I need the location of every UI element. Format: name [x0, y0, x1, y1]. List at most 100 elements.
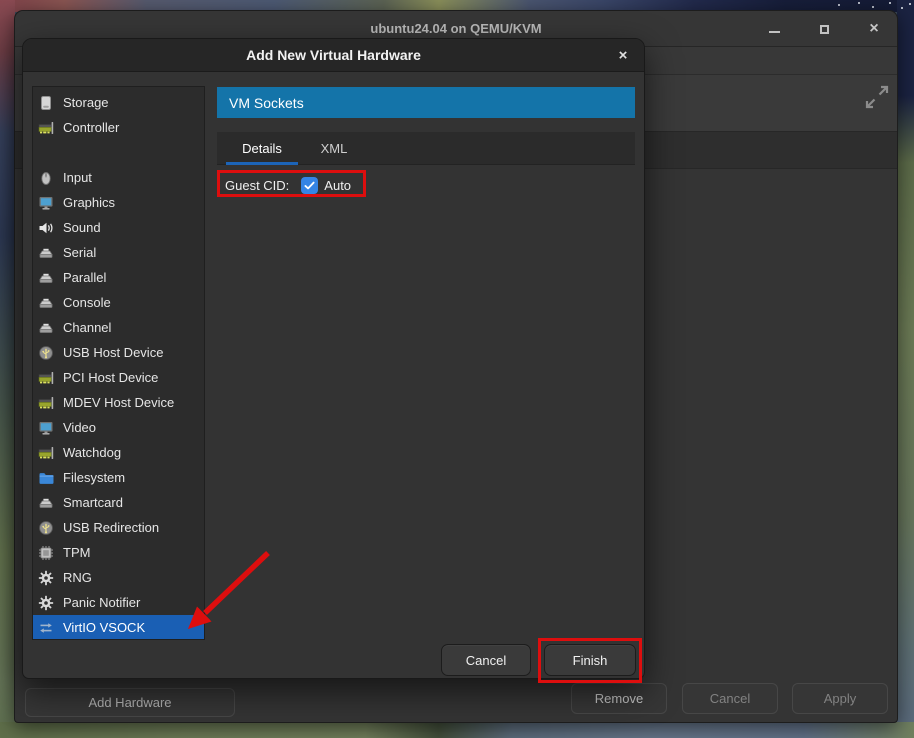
- card-icon: [38, 395, 54, 411]
- minimize-icon: [769, 31, 780, 33]
- sidebar-item-channel[interactable]: Channel: [33, 315, 204, 340]
- wallpaper-star: [872, 6, 874, 8]
- add-hardware-button[interactable]: Add Hardware: [25, 688, 235, 717]
- sidebar-item-label: PCI Host Device: [63, 370, 158, 385]
- auto-checkbox-label[interactable]: Auto: [324, 178, 351, 193]
- tab-bar: Details XML: [217, 132, 635, 165]
- gear-icon: [38, 595, 54, 611]
- panel-header: VM Sockets: [217, 87, 635, 118]
- sidebar-item-label: MDEV Host Device: [63, 395, 174, 410]
- panel-header-title: VM Sockets: [229, 95, 304, 111]
- serial-device-icon: [38, 495, 54, 511]
- close-icon: ×: [869, 21, 878, 37]
- sidebar-item-controller[interactable]: Controller: [33, 115, 204, 140]
- wallpaper-star: [838, 4, 840, 6]
- sidebar-item-video[interactable]: Video: [33, 415, 204, 440]
- sidebar-item-filesystem[interactable]: Filesystem: [33, 465, 204, 490]
- sidebar-item-label: VirtIO VSOCK: [63, 620, 145, 635]
- checkmark-icon: [304, 180, 315, 191]
- usb-icon: [38, 345, 54, 361]
- maximize-icon: [820, 25, 829, 34]
- sidebar-item-usb-host-device[interactable]: USB Host Device: [33, 340, 204, 365]
- guest-cid-row: Guest CID: Auto: [221, 171, 351, 199]
- sidebar-item-label: Parallel: [63, 270, 106, 285]
- sidebar-item-label: Graphics: [63, 195, 115, 210]
- sidebar-item-graphics[interactable]: Graphics: [33, 190, 204, 215]
- usb-icon: [38, 520, 54, 536]
- sidebar-item-panic-notifier[interactable]: Panic Notifier: [33, 590, 204, 615]
- sidebar-item-mdev-host-device[interactable]: MDEV Host Device: [33, 390, 204, 415]
- bg-cancel-button[interactable]: Cancel: [682, 683, 778, 714]
- sidebar-item-usb-redirection[interactable]: USB Redirection: [33, 515, 204, 540]
- serial-device-icon: [38, 245, 54, 261]
- sidebar-item-tpm[interactable]: TPM: [33, 540, 204, 565]
- dialog-title: Add New Virtual Hardware: [246, 47, 421, 63]
- fullscreen-toggle-button[interactable]: [864, 84, 890, 110]
- sidebar-item-label: TPM: [63, 545, 90, 560]
- sidebar-item-console[interactable]: Console: [33, 290, 204, 315]
- disk-icon: [38, 95, 54, 111]
- speaker-icon: [38, 220, 54, 236]
- remove-button[interactable]: Remove: [571, 683, 667, 714]
- card-icon: [38, 445, 54, 461]
- chip-icon: [38, 545, 54, 561]
- expand-arrows-icon: [864, 84, 890, 110]
- sidebar-item-pci-host-device[interactable]: PCI Host Device: [33, 365, 204, 390]
- apply-button[interactable]: Apply: [792, 683, 888, 714]
- sidebar-item-serial[interactable]: Serial: [33, 240, 204, 265]
- window-title: ubuntu24.04 on QEMU/KVM: [370, 21, 541, 36]
- sidebar-item-label: USB Redirection: [63, 520, 159, 535]
- screen: ubuntu24.04 on QEMU/KVM × Add Hardware R…: [0, 0, 914, 738]
- dialog-close-icon: ×: [619, 47, 628, 64]
- sidebar-item-parallel[interactable]: Parallel: [33, 265, 204, 290]
- wallpaper-star: [889, 2, 891, 4]
- serial-device-icon: [38, 295, 54, 311]
- guest-cid-label: Guest CID:: [225, 178, 289, 193]
- wallpaper-left: [0, 0, 15, 738]
- folder-icon: [38, 470, 54, 486]
- sidebar-item-label: Channel: [63, 320, 111, 335]
- window-controls: ×: [765, 11, 883, 47]
- monitor-icon: [38, 195, 54, 211]
- sidebar-item-watchdog[interactable]: Watchdog: [33, 440, 204, 465]
- arrows-icon: [38, 620, 54, 636]
- sidebar-item-rng[interactable]: RNG: [33, 565, 204, 590]
- add-hardware-dialog: Add New Virtual Hardware × Storage Contr…: [22, 38, 645, 679]
- wallpaper-right: [897, 0, 914, 738]
- sidebar-item-label: Filesystem: [63, 470, 125, 485]
- sidebar-item-label: Panic Notifier: [63, 595, 140, 610]
- close-button[interactable]: ×: [865, 20, 883, 38]
- minimize-button[interactable]: [765, 20, 783, 38]
- sidebar-item-input[interactable]: Input: [33, 165, 204, 190]
- sidebar-item-label: RNG: [63, 570, 92, 585]
- sidebar-item-virtio-vsock[interactable]: VirtIO VSOCK: [33, 615, 204, 640]
- wallpaper-star: [858, 2, 860, 4]
- wallpaper-star: [909, 3, 911, 5]
- sidebar-item-label: USB Host Device: [63, 345, 163, 360]
- card-icon: [38, 370, 54, 386]
- sidebar-item-label: Serial: [63, 245, 96, 260]
- finish-button[interactable]: Finish: [544, 644, 636, 676]
- sidebar-item-label: Storage: [63, 95, 109, 110]
- gear-icon: [38, 570, 54, 586]
- card-icon: [38, 120, 54, 136]
- sidebar-item-sound[interactable]: Sound: [33, 215, 204, 240]
- sidebar-item-label: Watchdog: [63, 445, 121, 460]
- dialog-titlebar: Add New Virtual Hardware: [23, 39, 644, 72]
- tab-details[interactable]: Details: [226, 132, 298, 165]
- serial-device-icon: [38, 320, 54, 336]
- dialog-close-button[interactable]: ×: [612, 39, 634, 72]
- mouse-icon: [38, 170, 54, 186]
- sidebar-item-label: Console: [63, 295, 111, 310]
- sidebar-item-label: Smartcard: [63, 495, 123, 510]
- auto-checkbox[interactable]: [301, 177, 318, 194]
- sidebar-spacer: [33, 140, 204, 165]
- sidebar-item-label: Input: [63, 170, 92, 185]
- tab-xml[interactable]: XML: [306, 132, 362, 165]
- sidebar-item-label: Video: [63, 420, 96, 435]
- hardware-type-list: Storage Controller Input Graphics Sound: [32, 86, 205, 640]
- sidebar-item-smartcard[interactable]: Smartcard: [33, 490, 204, 515]
- maximize-button[interactable]: [815, 20, 833, 38]
- dialog-cancel-button[interactable]: Cancel: [441, 644, 531, 676]
- sidebar-item-storage[interactable]: Storage: [33, 90, 204, 115]
